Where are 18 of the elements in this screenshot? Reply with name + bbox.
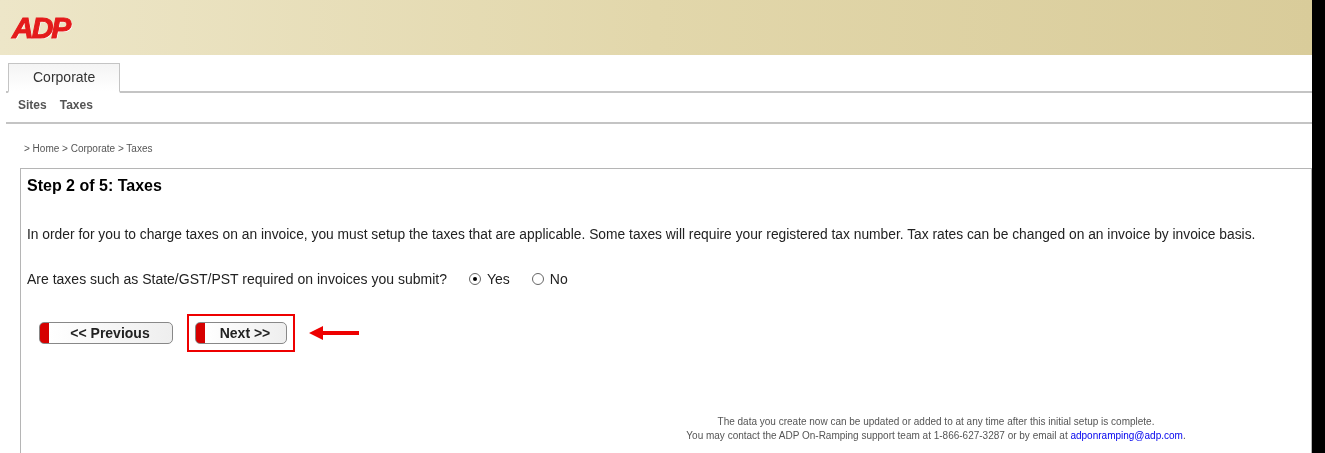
breadcrumb: > Home > Corporate > Taxes	[24, 143, 153, 154]
description-text: In order for you to charge taxes on an invoice, you must setup the taxes that are applicable. Some taxes will require your registered tax number. Tax rates can be changed on an invoice by invoice basis.	[27, 227, 1256, 242]
tab[interactable]: Corporate	[8, 63, 121, 93]
radio-label: No	[549, 271, 568, 287]
previous-button[interactable]: << Previous	[39, 322, 173, 344]
next-button[interactable]: Next >>	[195, 322, 287, 344]
arrow-icon	[309, 326, 359, 340]
radio-button[interactable]	[531, 273, 544, 285]
question-text: Are taxes such as State/GST/PST required on invoices you submit?	[27, 271, 447, 287]
email-link[interactable]: adponramping@adp.com	[1070, 430, 1183, 441]
radio-button[interactable]	[468, 273, 481, 285]
footer-text: The data you create now can be updated or added to at any time after this initial setup is complete.	[716, 415, 1156, 429]
footer-text: You may contact the ADP On-Ramping support team at 1-866-627-3287 or by email at adponramping@adp.com.	[685, 429, 1187, 443]
radio-label: Yes	[486, 271, 510, 287]
step-title: Step 2 of 5: Taxes	[27, 177, 162, 194]
logo: ADP	[12, 12, 70, 43]
nav-link[interactable]: Taxes	[59, 98, 93, 112]
nav-link[interactable]: Sites	[18, 98, 47, 112]
